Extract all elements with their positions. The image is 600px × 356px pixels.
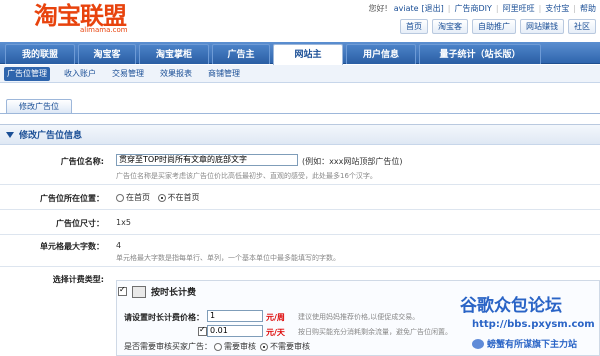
- site-earn-button[interactable]: 网站赚钱: [520, 19, 564, 34]
- price-label: 请设置时长计费价格：: [124, 313, 204, 322]
- subnav-ad-slot-management[interactable]: 广告位管理: [4, 66, 50, 81]
- daily-price-input[interactable]: 0.01: [207, 325, 263, 337]
- top-link-alipay[interactable]: 支付宝: [545, 3, 569, 14]
- taobaoke-button[interactable]: 淘宝客: [432, 19, 468, 34]
- panel-header[interactable]: 修改广告位信息: [0, 125, 600, 145]
- top-link-aliwangwang[interactable]: 阿里旺旺: [503, 3, 535, 14]
- tab-taobaoke[interactable]: 淘宝客: [78, 44, 136, 64]
- tab-my-union[interactable]: 我的联盟: [5, 44, 75, 64]
- quick-buttons: 首页 淘宝客 自助推广 网站赚钱 社区: [396, 19, 596, 34]
- review-label: 是否需要审核买家广告：: [124, 342, 212, 351]
- subnav-income-account[interactable]: 收入账户: [62, 67, 98, 81]
- ad-slot-size-label: 广告位尺寸：: [56, 219, 104, 228]
- radio-on-homepage[interactable]: [116, 193, 124, 202]
- tab-shopkeeper[interactable]: 淘宝掌柜: [139, 44, 209, 64]
- logo-subtext: alimama.com: [80, 26, 128, 34]
- sub-nav: 广告位管理 收入账户 交易管理 效果报表 商铺管理: [0, 65, 600, 83]
- tab-user-info[interactable]: 用户信息: [346, 44, 416, 64]
- logout-link[interactable]: [退出]: [422, 3, 444, 14]
- tab-edit-ad-slot[interactable]: 修改广告位: [6, 99, 72, 113]
- alimama-logo[interactable]: 淘宝联盟 alimama.com: [34, 2, 128, 36]
- max-chars-hint: 单元格最大字数是指每单行、单列，一个基本单位中最多能填写的字数。: [116, 254, 340, 262]
- ad-slot-name-label: 广告位名称:: [60, 157, 104, 166]
- weekly-price-unit: 元/周: [266, 313, 285, 322]
- tab-webmaster[interactable]: 网站主: [273, 44, 343, 65]
- weekly-price-hint: 建议使用妈妈推荐价格,以便促成交易。: [298, 313, 420, 321]
- review-row: 是否需要审核买家广告： 需要审核 不需要审核: [124, 341, 310, 352]
- billing-duration-label: 按时长计费: [151, 288, 197, 298]
- radio-no-review-label: 不需要审核: [270, 342, 310, 351]
- radio-not-homepage-label: 不在首页: [167, 193, 200, 202]
- ad-slot-position-label: 广告位所在位置：: [40, 194, 104, 203]
- top-link-advertiser-diy[interactable]: 广告商DIY: [454, 3, 491, 14]
- radio-needs-review-label: 需要审核: [224, 342, 256, 351]
- radio-on-homepage-label: 在首页: [126, 193, 150, 202]
- tab-advertiser[interactable]: 广告主: [212, 44, 270, 64]
- divider: [0, 113, 600, 114]
- self-promote-button[interactable]: 自助推广: [472, 19, 516, 34]
- greeting-text: 您好!: [368, 3, 388, 13]
- ad-slot-size-value: 1x5: [116, 218, 131, 227]
- row-ad-slot-name: 广告位名称: 贯穿至TOP时尚所有文章的底部文字 (例如：xxx网站顶部广告位)…: [0, 145, 600, 185]
- panel-title: 修改广告位信息: [19, 131, 83, 141]
- collapse-triangle-icon[interactable]: [6, 131, 14, 138]
- watermark-title: 谷歌众包论坛: [460, 296, 562, 316]
- ad-slot-name-hint: 广告位名称是买家考虑该广告位价比高低最初步、直观的感受，此处最多16个汉字。: [116, 172, 377, 180]
- position-radio-group: 在首页 不在首页: [116, 192, 200, 203]
- billing-option: 按时长计费: [118, 285, 196, 298]
- daily-price-hint: 按日购买能充分消耗剩余流量，避免广告位闲置。: [298, 328, 452, 336]
- home-button[interactable]: 首页: [400, 19, 428, 34]
- max-chars-value: 4: [116, 241, 122, 250]
- ad-slot-name-example: (例如：xxx网站顶部广告位): [302, 157, 403, 166]
- main-nav: 我的联盟 淘宝客 淘宝掌柜 广告主 网站主 用户信息 量子统计（站长版）: [0, 42, 600, 65]
- subnav-performance-report[interactable]: 效果报表: [158, 67, 194, 81]
- daily-price-unit: 元/天: [266, 328, 285, 337]
- row-ad-slot-size: 广告位尺寸： 1x5: [0, 210, 600, 235]
- subnav-shop-management[interactable]: 商铺管理: [206, 67, 242, 81]
- weekly-price-input[interactable]: 1: [207, 310, 263, 322]
- row-max-chars: 单元格最大字数： 4 单元格最大字数是指每单行、单列，一个基本单位中最多能填写的…: [0, 235, 600, 267]
- top-links-bar: 您好! aviate [退出] | 广告商DIY | 阿里旺旺 | 支付宝 | …: [368, 3, 596, 14]
- community-button[interactable]: 社区: [568, 19, 596, 34]
- top-link-help[interactable]: 帮助: [580, 3, 596, 14]
- radio-not-homepage[interactable]: [157, 193, 166, 202]
- billing-type-label: 选择计费类型:: [52, 275, 104, 284]
- radio-no-review[interactable]: [260, 342, 268, 351]
- daily-price-checkbox[interactable]: [198, 325, 207, 336]
- subnav-transaction-management[interactable]: 交易管理: [110, 67, 146, 81]
- max-chars-label: 单元格最大字数：: [40, 242, 104, 251]
- watermark-url: http://bbs.pxysm.com: [472, 319, 595, 330]
- crab-icon: [472, 338, 484, 349]
- row-ad-slot-position: 广告位所在位置： 在首页 不在首页: [0, 185, 600, 210]
- radio-needs-review[interactable]: [214, 342, 222, 351]
- ad-slot-name-input[interactable]: 贯穿至TOP时尚所有文章的底部文字: [116, 154, 298, 166]
- username-link[interactable]: aviate: [394, 4, 419, 13]
- calendar-icon: [132, 285, 146, 298]
- billing-duration-checkbox[interactable]: [118, 285, 127, 296]
- tab-quantum-stats[interactable]: 量子统计（站长版）: [419, 44, 541, 64]
- watermark-tagline: 螃蟹有所谋旗下主力站: [472, 337, 577, 350]
- watermark-tagline-text: 螃蟹有所谋旗下主力站: [487, 340, 578, 350]
